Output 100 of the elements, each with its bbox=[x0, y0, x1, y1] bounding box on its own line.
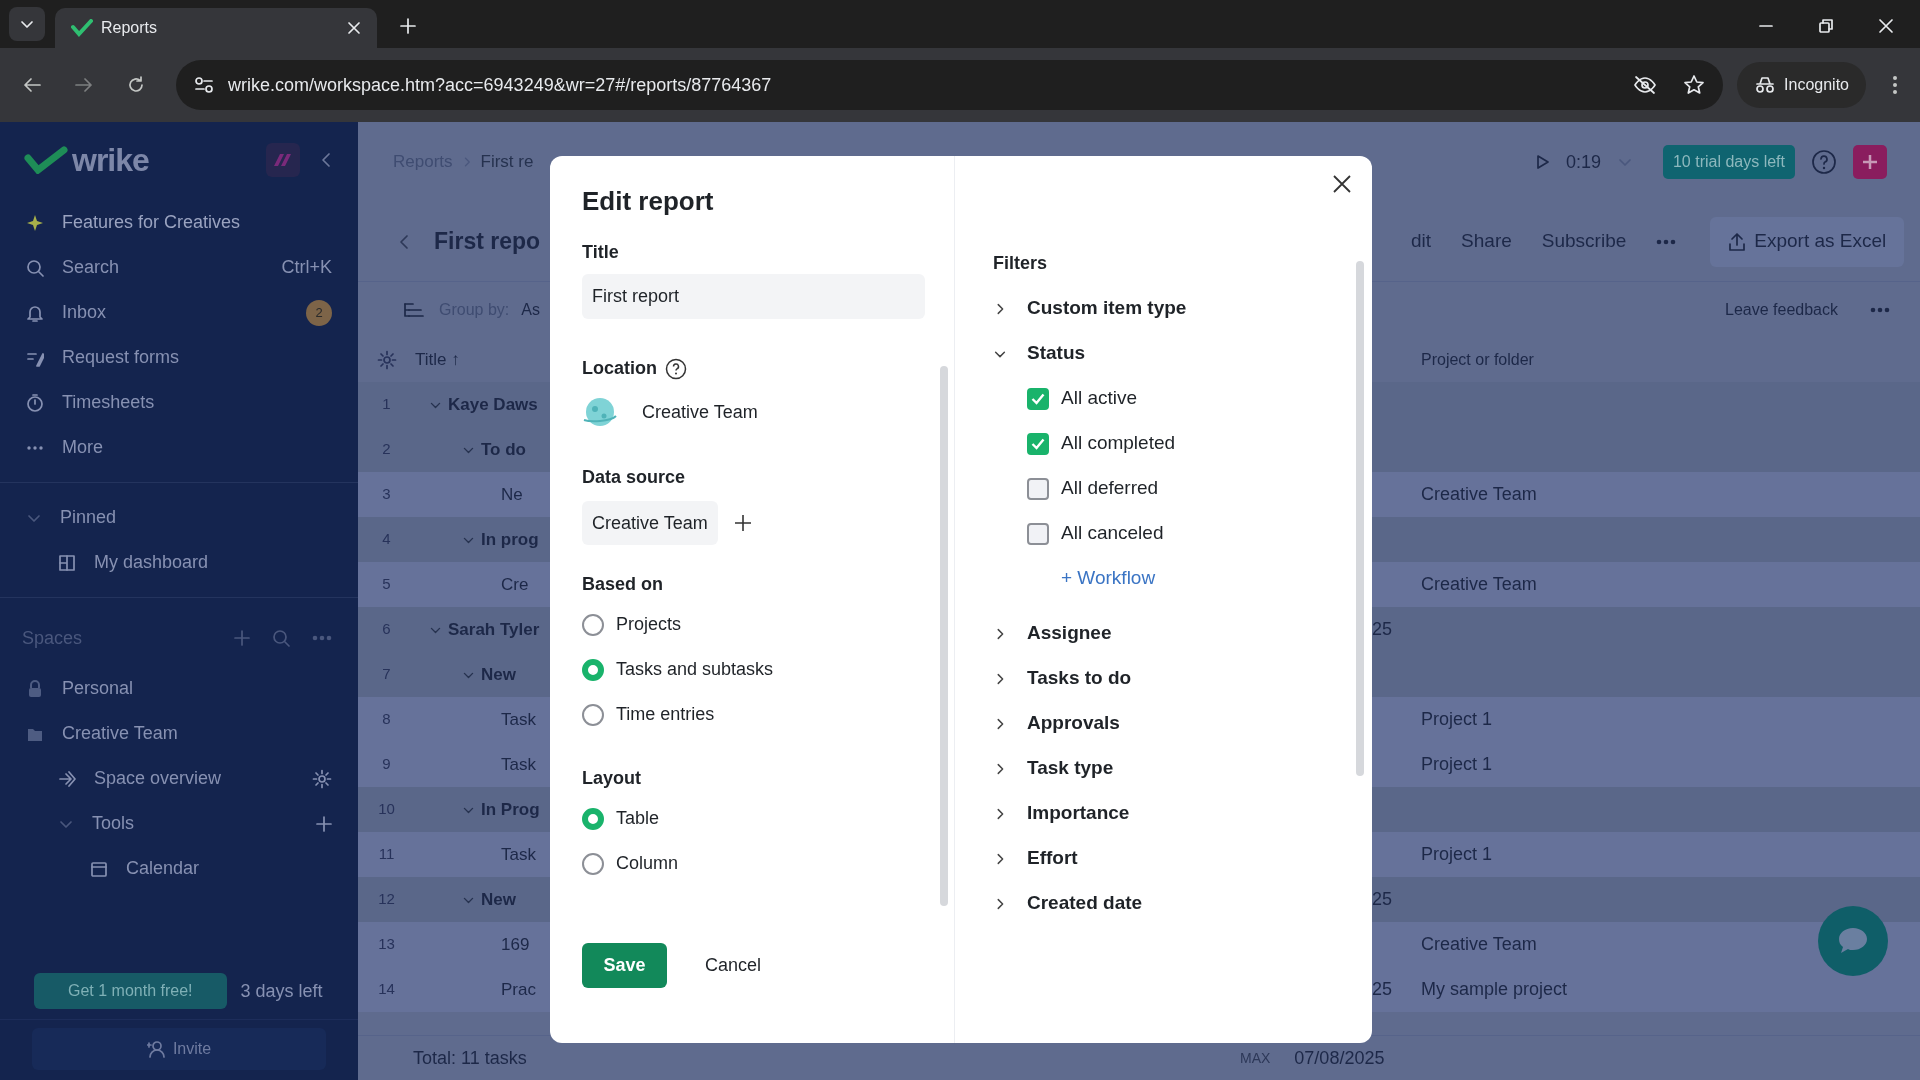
filter-item[interactable]: Approvals bbox=[993, 701, 1372, 746]
help-icon[interactable] bbox=[665, 357, 687, 380]
invite-button[interactable]: Invite bbox=[32, 1028, 326, 1070]
check-icon bbox=[1031, 392, 1045, 405]
sidebar-item[interactable]: Personal bbox=[0, 666, 358, 711]
row-title: 169 bbox=[501, 933, 530, 956]
site-settings-icon[interactable] bbox=[194, 76, 214, 94]
filter-item[interactable]: Tasks to do bbox=[993, 656, 1372, 701]
sidebar-item[interactable]: Timesheets bbox=[0, 380, 358, 425]
radio-button[interactable] bbox=[582, 658, 604, 681]
plus-icon bbox=[1861, 153, 1879, 171]
radio-button[interactable] bbox=[582, 852, 604, 875]
count-badge: 2 bbox=[306, 299, 332, 326]
checkbox[interactable] bbox=[1027, 522, 1049, 545]
sidebar-item[interactable]: Tools bbox=[0, 801, 358, 846]
add-icon[interactable] bbox=[733, 514, 752, 533]
filter-item[interactable]: Assignee bbox=[993, 611, 1372, 656]
save-button[interactable]: Save bbox=[582, 943, 667, 988]
arrow-icon bbox=[58, 769, 76, 788]
row-title: Kaye Daws bbox=[448, 393, 538, 416]
close-icon[interactable] bbox=[1878, 18, 1894, 34]
filter-item[interactable]: Custom item type bbox=[993, 286, 1372, 331]
trial-note: 3 days left bbox=[240, 979, 323, 1003]
sidebar-item[interactable]: More bbox=[0, 425, 358, 470]
option-label: Tasks and subtasks bbox=[616, 658, 774, 682]
scrollbar[interactable] bbox=[940, 366, 948, 906]
feedback-link[interactable]: Leave feedback bbox=[1725, 297, 1838, 322]
calendar-icon bbox=[90, 859, 108, 878]
toolbar-link[interactable]: Share bbox=[1461, 227, 1512, 256]
sidebar-item[interactable]: Creative Team bbox=[0, 711, 358, 756]
forward-icon[interactable] bbox=[74, 75, 94, 95]
gear-icon[interactable] bbox=[312, 768, 332, 789]
radio-button[interactable] bbox=[582, 703, 604, 726]
export-button[interactable]: Export as Excel bbox=[1710, 216, 1905, 267]
more-icon[interactable] bbox=[1870, 306, 1890, 313]
more-icon bbox=[26, 444, 44, 451]
upload-icon bbox=[1728, 231, 1747, 252]
filter-item[interactable]: Importance bbox=[993, 791, 1372, 836]
trial-button[interactable]: 10 trial days left bbox=[1662, 145, 1795, 179]
cancel-button[interactable]: Cancel bbox=[699, 951, 768, 980]
lock-icon bbox=[26, 679, 44, 698]
filter-item[interactable]: Status bbox=[993, 331, 1372, 376]
more-icon[interactable] bbox=[312, 635, 332, 641]
add-button[interactable] bbox=[1853, 145, 1887, 179]
date-cell: 25 bbox=[1372, 979, 1393, 999]
gear-icon[interactable] bbox=[376, 349, 397, 370]
menu-icon[interactable] bbox=[1892, 75, 1898, 95]
logo-mark-icon bbox=[272, 152, 294, 168]
radio-button[interactable] bbox=[582, 613, 604, 636]
text-field[interactable]: First report bbox=[582, 274, 925, 320]
column-header[interactable]: Title ↑ bbox=[415, 349, 460, 369]
back-icon[interactable] bbox=[22, 75, 42, 95]
project-cell: Creative Team bbox=[1421, 484, 1537, 504]
sidebar-item[interactable]: Calendar bbox=[0, 846, 358, 891]
sidebar-item[interactable]: My dashboard bbox=[0, 540, 358, 585]
radio-button[interactable] bbox=[582, 807, 604, 830]
checkbox[interactable] bbox=[1027, 432, 1049, 455]
tab-list-button[interactable] bbox=[9, 7, 45, 41]
more-icon[interactable] bbox=[1656, 238, 1677, 245]
group-by-value[interactable]: As bbox=[521, 297, 540, 322]
sidebar-item[interactable]: Request forms bbox=[0, 335, 358, 380]
source-chip[interactable]: Creative Team bbox=[582, 501, 718, 546]
group-icon[interactable] bbox=[403, 300, 425, 319]
star-icon[interactable] bbox=[1683, 74, 1706, 96]
profile-chip[interactable]: Incognito bbox=[1737, 62, 1866, 108]
sidebar-item[interactable]: Space overview bbox=[0, 756, 358, 801]
scrollbar[interactable] bbox=[1356, 261, 1364, 776]
project-cell: Project 1 bbox=[1421, 754, 1493, 774]
eye-off-icon[interactable] bbox=[1633, 75, 1658, 95]
address-bar[interactable]: wrike.com/workspace.htm?acc=6943249&wr=27#/reports/87764367 bbox=[176, 60, 1724, 110]
filter-item[interactable]: Effort bbox=[993, 836, 1372, 881]
workspace-avatar[interactable] bbox=[266, 143, 300, 177]
checkmark-logo-icon bbox=[24, 146, 68, 174]
reload-icon[interactable] bbox=[126, 75, 146, 95]
promo-button[interactable]: Get 1 month free! bbox=[34, 973, 227, 1009]
sidebar-item[interactable]: Inbox 2 bbox=[0, 290, 358, 335]
toolbar-link[interactable]: dit bbox=[1411, 227, 1432, 256]
checkbox[interactable] bbox=[1027, 387, 1049, 410]
timer-control[interactable]: 0:19 bbox=[1521, 142, 1647, 182]
row-title: Ne bbox=[501, 483, 523, 506]
filter-item[interactable]: Created date bbox=[993, 881, 1372, 926]
url-text: wrike.com/workspace.htm?acc=6943249&wr=27#/reports/87764367 bbox=[228, 73, 773, 97]
checkbox[interactable] bbox=[1027, 477, 1049, 500]
sidebar-item[interactable]: Features for Creatives bbox=[0, 200, 358, 245]
breadcrumb-link[interactable]: First re bbox=[480, 149, 534, 175]
field-label: Location bbox=[582, 357, 657, 381]
add-icon[interactable] bbox=[316, 815, 332, 832]
sidebar-item[interactable]: Search Ctrl+K bbox=[0, 245, 358, 290]
project-cell: My sample project bbox=[1421, 979, 1568, 999]
search-icon[interactable] bbox=[272, 629, 290, 647]
project-cell: Creative Team bbox=[1421, 934, 1537, 954]
browser-tab[interactable]: Reports bbox=[55, 8, 377, 48]
toolbar-link[interactable]: Subscribe bbox=[1541, 227, 1627, 256]
close-icon[interactable] bbox=[347, 21, 361, 35]
column-header[interactable]: Project or folder bbox=[1421, 350, 1534, 368]
restore-icon[interactable] bbox=[1818, 18, 1834, 34]
section-header[interactable]: Pinned bbox=[0, 495, 358, 540]
new-tab-icon[interactable] bbox=[399, 17, 417, 35]
workflow-link[interactable]: + Workflow bbox=[1061, 564, 1156, 593]
filter-item[interactable]: Task type bbox=[993, 746, 1372, 791]
